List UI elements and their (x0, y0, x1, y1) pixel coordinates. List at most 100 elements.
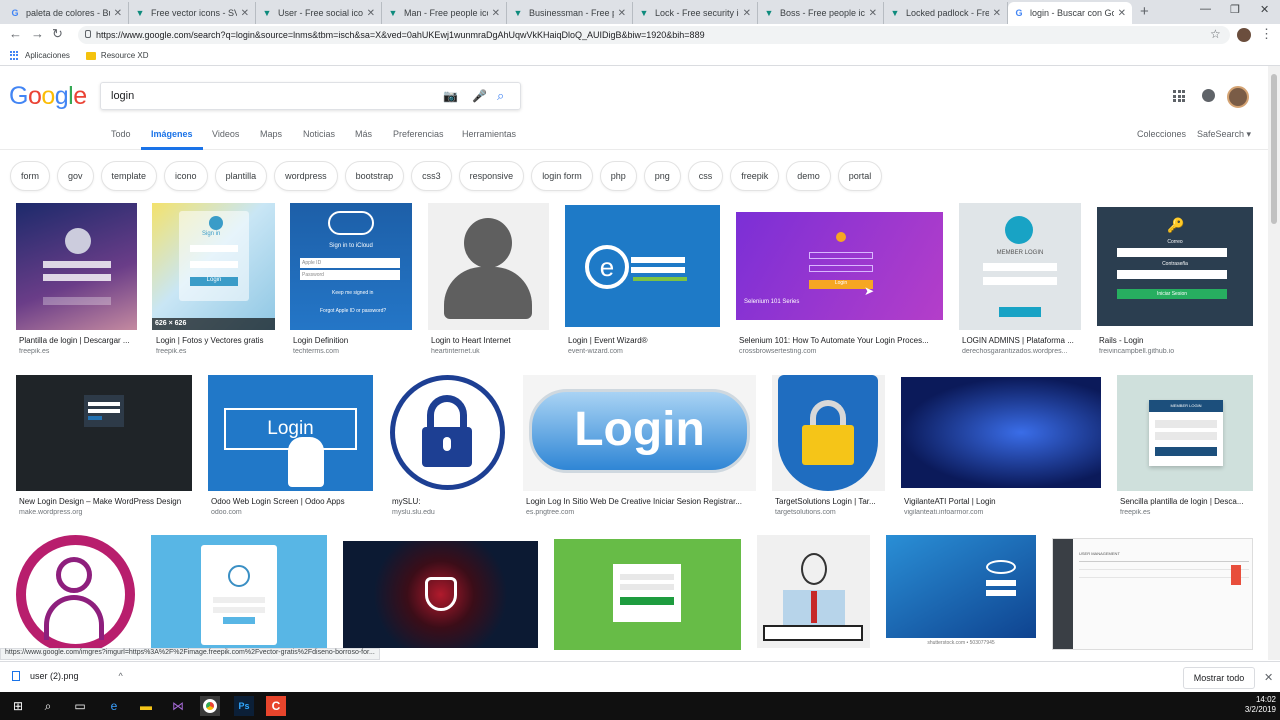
result-caption[interactable]: Odoo Web Login Screen | Odoo Apps (211, 497, 371, 506)
scrollbar-thumb[interactable] (1271, 74, 1277, 224)
profile-avatar[interactable] (1237, 28, 1251, 42)
file-explorer-icon[interactable]: ▬ (136, 696, 156, 716)
search-input[interactable]: login (111, 90, 134, 102)
result-image-8[interactable]: 🔑 Correo Contraseña Iniciar Sesion (1097, 207, 1253, 326)
result-image-5[interactable]: e (565, 205, 720, 327)
chip-gov[interactable]: gov (57, 161, 94, 191)
chip-template[interactable]: template (100, 161, 158, 191)
search-box[interactable]: login 📷 🎤 ⌕ (100, 82, 521, 110)
browser-tab[interactable]: ▼ Lock - Free security ico ✕ (633, 2, 758, 24)
tab-settings[interactable]: Preferencias (393, 129, 444, 139)
tab-all[interactable]: Todo (111, 129, 131, 139)
browser-tab[interactable]: ▼ Boss - Free people icon ✕ (758, 2, 884, 24)
chip-css[interactable]: css (687, 161, 724, 191)
result-image-15[interactable]: MEMBER LOGIN (1117, 375, 1253, 491)
result-caption[interactable]: Login | Event Wizard® (568, 336, 718, 345)
result-image-18[interactable] (343, 541, 538, 648)
show-all-button[interactable]: Mostrar todo (1183, 667, 1255, 689)
notifications-icon[interactable] (1202, 89, 1215, 102)
visual-studio-icon[interactable]: ⋈ (168, 696, 188, 716)
result-caption[interactable]: LOGIN ADMINS | Plataforma ... (962, 336, 1080, 345)
forward-button[interactable]: → (31, 26, 44, 41)
result-caption[interactable]: VigilanteATI Portal | Login (904, 497, 1100, 506)
windows-start-icon[interactable]: ⊞ (8, 696, 28, 716)
close-download-bar-icon[interactable]: ✕ (1264, 671, 1273, 684)
result-image-20[interactable] (757, 535, 870, 648)
browser-tab[interactable]: Gpaleta de colores - Bus ✕ (4, 2, 129, 24)
result-image-7[interactable]: MEMBER LOGIN (959, 203, 1081, 330)
tab-images[interactable]: Imágenes (141, 129, 202, 150)
window-close-button[interactable]: ✕ (1260, 3, 1269, 16)
result-caption[interactable]: Login | Fotos y Vectores gratis (156, 336, 274, 345)
tab-close-icon[interactable]: ✕ (367, 8, 375, 19)
result-image-10[interactable]: Login (208, 375, 373, 491)
result-image-3[interactable]: Sign in to iCloud Apple ID Password Keep… (290, 203, 412, 330)
microphone-icon[interactable]: 🎤 (472, 89, 487, 103)
result-caption[interactable]: Login Definition (293, 336, 411, 345)
result-image-21[interactable]: shutterstock.com • 503077945 (886, 535, 1036, 648)
reload-button[interactable]: ↻ (52, 26, 63, 42)
tab-close-icon[interactable]: ✕ (1118, 8, 1126, 19)
result-image-12[interactable]: Login (523, 375, 756, 491)
chip-form[interactable]: form (10, 161, 50, 191)
browser-tab[interactable]: ▼ Businessman - Free pe ✕ (507, 2, 633, 24)
tab-close-icon[interactable]: ✕ (241, 8, 249, 19)
edge-icon[interactable]: e (104, 696, 124, 716)
result-caption[interactable]: mySLU: (392, 497, 507, 506)
browser-tab[interactable]: ▼ User - Free social icons ✕ (256, 2, 382, 24)
tab-tools[interactable]: Herramientas (462, 129, 516, 139)
result-image-13[interactable] (772, 375, 885, 491)
address-bar[interactable]: https://www.google.com/search?q=login&so… (78, 26, 1230, 44)
tab-maps[interactable]: Maps (260, 129, 282, 139)
google-logo[interactable]: Google (9, 82, 87, 111)
result-image-6[interactable]: Login Selenium 101 Series ➤ (736, 212, 943, 320)
tab-more[interactable]: Más (355, 129, 372, 139)
result-caption[interactable]: Selenium 101: How To Automate Your Login… (739, 336, 942, 345)
chip-wordpress[interactable]: wordpress (274, 161, 338, 191)
browser-tab[interactable]: ▼ Locked padlock - Free ✕ (884, 2, 1008, 24)
tab-videos[interactable]: Videos (212, 129, 239, 139)
result-image-19[interactable] (554, 539, 741, 650)
chrome-icon[interactable] (200, 696, 220, 716)
bookmark-resource-xd[interactable]: Resource XD (85, 51, 149, 60)
tab-close-icon[interactable]: ✕ (869, 8, 877, 19)
result-caption[interactable]: Plantilla de login | Descargar ... (19, 336, 137, 345)
browser-tab[interactable]: ▼ Free vector icons - SVG ✕ (129, 2, 256, 24)
chip-freepik[interactable]: freepik (730, 161, 780, 191)
photoshop-icon[interactable]: Ps (234, 696, 254, 716)
back-button[interactable]: ← (9, 26, 22, 41)
result-caption[interactable]: New Login Design – Make WordPress Design (19, 497, 194, 506)
bookmark-apps[interactable]: Aplicaciones (10, 51, 70, 60)
bookmark-star-icon[interactable]: ☆ (1210, 27, 1221, 41)
result-image-2[interactable]: Sign in Login 626 × 626 (152, 203, 275, 330)
tab-close-icon[interactable]: ✕ (114, 8, 122, 19)
chip-bootstrap[interactable]: bootstrap (344, 161, 405, 191)
new-tab-button[interactable]: + (1140, 3, 1149, 20)
tab-news[interactable]: Noticias (303, 129, 335, 139)
result-caption[interactable]: TargetSolutions Login | Tar... (775, 497, 885, 506)
chevron-up-icon[interactable]: ^ (119, 671, 123, 681)
chip-png[interactable]: png (643, 161, 681, 191)
tab-close-icon[interactable]: ✕ (993, 8, 1001, 19)
chip-responsive[interactable]: responsive (458, 161, 525, 191)
search-icon[interactable]: ⌕ (38, 696, 58, 716)
chip-demo[interactable]: demo (786, 161, 831, 191)
result-caption[interactable]: Rails - Login (1099, 336, 1249, 345)
result-caption[interactable]: Login to Heart Internet (431, 336, 549, 345)
browser-tab[interactable]: ▼ Man - Free people icon ✕ (382, 2, 507, 24)
result-image-17[interactable] (151, 535, 327, 648)
camera-icon[interactable]: 📷 (443, 89, 458, 103)
result-caption[interactable]: Login Log In Sitio Web De Creative Inici… (526, 497, 754, 506)
task-view-icon[interactable]: ▭ (70, 696, 90, 716)
chip-css3[interactable]: css3 (411, 161, 452, 191)
result-image-22[interactable]: USER MANAGEMENT (1052, 538, 1253, 650)
tab-close-icon[interactable]: ✕ (743, 8, 751, 19)
result-image-14[interactable] (901, 377, 1101, 488)
chip-plantilla[interactable]: plantilla (214, 161, 268, 191)
tab-close-icon[interactable]: ✕ (618, 8, 626, 19)
collections-link[interactable]: Colecciones (1137, 129, 1186, 139)
account-avatar[interactable] (1227, 86, 1249, 108)
restore-button[interactable]: ❐ (1230, 3, 1240, 16)
result-image-16[interactable] (16, 535, 135, 648)
chip-icono[interactable]: icono (164, 161, 208, 191)
